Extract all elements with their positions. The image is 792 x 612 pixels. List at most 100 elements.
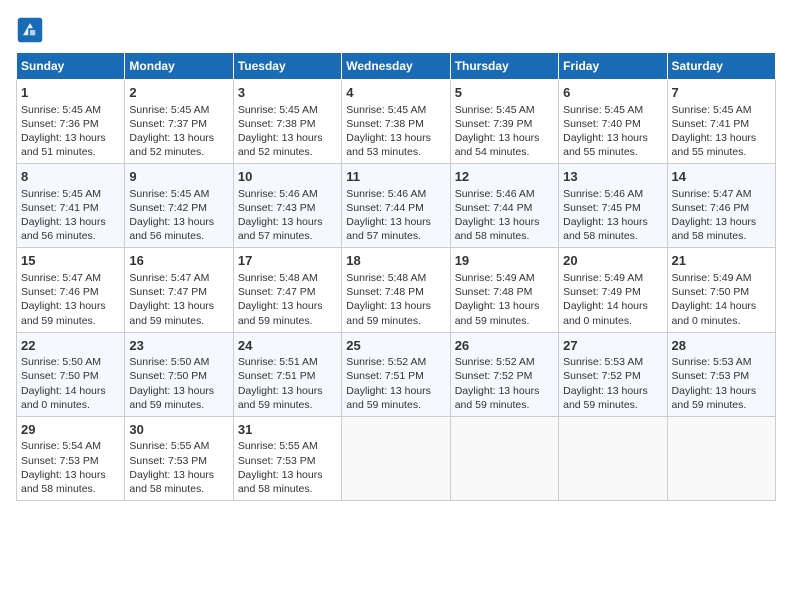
cell-line: Daylight: 13 hours (455, 384, 554, 398)
cell-line: Sunset: 7:42 PM (129, 201, 228, 215)
cell-line: and 58 minutes. (129, 482, 228, 496)
calendar-cell: 18Sunrise: 5:48 AMSunset: 7:48 PMDayligh… (342, 248, 450, 332)
column-header-thursday: Thursday (450, 53, 558, 80)
day-number: 26 (455, 337, 554, 355)
cell-line: Sunrise: 5:53 AM (672, 355, 771, 369)
cell-line: Sunrise: 5:45 AM (21, 103, 120, 117)
calendar-cell: 14Sunrise: 5:47 AMSunset: 7:46 PMDayligh… (667, 164, 775, 248)
cell-line: Sunset: 7:44 PM (346, 201, 445, 215)
column-header-saturday: Saturday (667, 53, 775, 80)
cell-line: and 59 minutes. (563, 398, 662, 412)
cell-line: Daylight: 13 hours (346, 131, 445, 145)
calendar-cell (450, 416, 558, 500)
cell-line: Daylight: 13 hours (563, 215, 662, 229)
calendar-cell: 5Sunrise: 5:45 AMSunset: 7:39 PMDaylight… (450, 80, 558, 164)
cell-line: Sunrise: 5:48 AM (346, 271, 445, 285)
cell-line: Sunset: 7:53 PM (21, 454, 120, 468)
calendar-table: SundayMondayTuesdayWednesdayThursdayFrid… (16, 52, 776, 501)
cell-line: Daylight: 14 hours (563, 299, 662, 313)
cell-line: and 57 minutes. (238, 229, 337, 243)
calendar-cell: 10Sunrise: 5:46 AMSunset: 7:43 PMDayligh… (233, 164, 341, 248)
logo (16, 16, 48, 44)
cell-line: Sunset: 7:50 PM (129, 369, 228, 383)
cell-line: and 55 minutes. (672, 145, 771, 159)
day-number: 21 (672, 252, 771, 270)
cell-line: and 0 minutes. (563, 314, 662, 328)
day-number: 6 (563, 84, 662, 102)
cell-line: Sunrise: 5:50 AM (129, 355, 228, 369)
calendar-cell: 31Sunrise: 5:55 AMSunset: 7:53 PMDayligh… (233, 416, 341, 500)
day-number: 30 (129, 421, 228, 439)
cell-line: Sunrise: 5:54 AM (21, 439, 120, 453)
calendar-week-5: 29Sunrise: 5:54 AMSunset: 7:53 PMDayligh… (17, 416, 776, 500)
calendar-cell: 20Sunrise: 5:49 AMSunset: 7:49 PMDayligh… (559, 248, 667, 332)
cell-line: and 56 minutes. (129, 229, 228, 243)
calendar-cell: 30Sunrise: 5:55 AMSunset: 7:53 PMDayligh… (125, 416, 233, 500)
calendar-cell: 19Sunrise: 5:49 AMSunset: 7:48 PMDayligh… (450, 248, 558, 332)
cell-line: and 59 minutes. (455, 314, 554, 328)
cell-line: Sunrise: 5:52 AM (346, 355, 445, 369)
cell-line: and 0 minutes. (672, 314, 771, 328)
cell-line: Sunrise: 5:45 AM (129, 187, 228, 201)
cell-line: Daylight: 13 hours (672, 215, 771, 229)
cell-line: Sunset: 7:38 PM (346, 117, 445, 131)
calendar-cell: 23Sunrise: 5:50 AMSunset: 7:50 PMDayligh… (125, 332, 233, 416)
calendar-cell: 27Sunrise: 5:53 AMSunset: 7:52 PMDayligh… (559, 332, 667, 416)
cell-line: and 59 minutes. (672, 398, 771, 412)
cell-line: Sunrise: 5:45 AM (672, 103, 771, 117)
calendar-week-3: 15Sunrise: 5:47 AMSunset: 7:46 PMDayligh… (17, 248, 776, 332)
calendar-cell: 2Sunrise: 5:45 AMSunset: 7:37 PMDaylight… (125, 80, 233, 164)
cell-line: Sunset: 7:47 PM (238, 285, 337, 299)
calendar-week-2: 8Sunrise: 5:45 AMSunset: 7:41 PMDaylight… (17, 164, 776, 248)
cell-line: Sunrise: 5:45 AM (563, 103, 662, 117)
header-row: SundayMondayTuesdayWednesdayThursdayFrid… (17, 53, 776, 80)
cell-line: Daylight: 13 hours (563, 131, 662, 145)
cell-line: and 59 minutes. (455, 398, 554, 412)
cell-line: Daylight: 13 hours (21, 468, 120, 482)
cell-line: and 56 minutes. (21, 229, 120, 243)
day-number: 27 (563, 337, 662, 355)
cell-line: Sunset: 7:53 PM (238, 454, 337, 468)
calendar-week-4: 22Sunrise: 5:50 AMSunset: 7:50 PMDayligh… (17, 332, 776, 416)
cell-line: Sunrise: 5:46 AM (346, 187, 445, 201)
day-number: 29 (21, 421, 120, 439)
calendar-cell: 12Sunrise: 5:46 AMSunset: 7:44 PMDayligh… (450, 164, 558, 248)
calendar-cell: 9Sunrise: 5:45 AMSunset: 7:42 PMDaylight… (125, 164, 233, 248)
cell-line: Daylight: 13 hours (238, 384, 337, 398)
calendar-cell: 1Sunrise: 5:45 AMSunset: 7:36 PMDaylight… (17, 80, 125, 164)
cell-line: and 59 minutes. (21, 314, 120, 328)
cell-line: Sunset: 7:36 PM (21, 117, 120, 131)
cell-line: Sunrise: 5:49 AM (455, 271, 554, 285)
cell-line: Sunset: 7:51 PM (238, 369, 337, 383)
cell-line: Sunset: 7:47 PM (129, 285, 228, 299)
day-number: 2 (129, 84, 228, 102)
column-header-friday: Friday (559, 53, 667, 80)
cell-line: Sunrise: 5:47 AM (129, 271, 228, 285)
logo-icon (16, 16, 44, 44)
calendar-cell: 6Sunrise: 5:45 AMSunset: 7:40 PMDaylight… (559, 80, 667, 164)
day-number: 13 (563, 168, 662, 186)
day-number: 11 (346, 168, 445, 186)
day-number: 8 (21, 168, 120, 186)
cell-line: Daylight: 13 hours (346, 384, 445, 398)
cell-line: Daylight: 13 hours (129, 468, 228, 482)
cell-line: Daylight: 13 hours (21, 299, 120, 313)
calendar-cell (342, 416, 450, 500)
cell-line: and 54 minutes. (455, 145, 554, 159)
calendar-week-1: 1Sunrise: 5:45 AMSunset: 7:36 PMDaylight… (17, 80, 776, 164)
cell-line: Sunset: 7:40 PM (563, 117, 662, 131)
cell-line: and 58 minutes. (672, 229, 771, 243)
calendar-cell: 21Sunrise: 5:49 AMSunset: 7:50 PMDayligh… (667, 248, 775, 332)
cell-line: Daylight: 13 hours (238, 468, 337, 482)
day-number: 28 (672, 337, 771, 355)
calendar-cell (667, 416, 775, 500)
day-number: 16 (129, 252, 228, 270)
cell-line: Daylight: 13 hours (672, 131, 771, 145)
cell-line: Sunset: 7:53 PM (672, 369, 771, 383)
cell-line: and 58 minutes. (455, 229, 554, 243)
cell-line: Daylight: 13 hours (129, 215, 228, 229)
calendar-cell: 26Sunrise: 5:52 AMSunset: 7:52 PMDayligh… (450, 332, 558, 416)
day-number: 5 (455, 84, 554, 102)
column-header-tuesday: Tuesday (233, 53, 341, 80)
cell-line: Sunset: 7:49 PM (563, 285, 662, 299)
